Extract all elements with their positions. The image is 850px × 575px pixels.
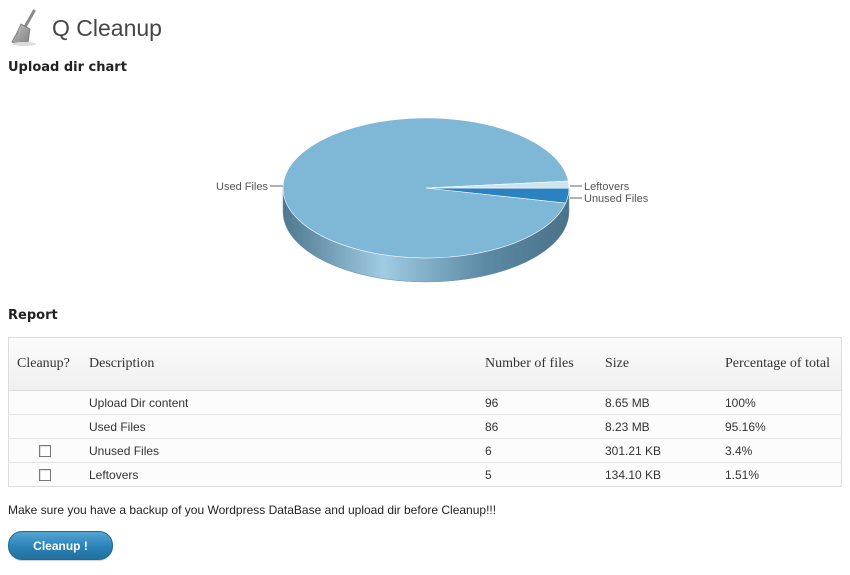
cleanup-cell	[8, 462, 81, 487]
percent-cell: 95.16%	[717, 414, 842, 439]
backup-warning-text: Make sure you have a backup of you Wordp…	[8, 503, 497, 517]
cleanup-cell	[8, 414, 81, 439]
files-cell: 5	[477, 462, 597, 487]
table-row: Upload Dir content 96 8.65 MB 100%	[8, 390, 842, 415]
size-cell: 134.10 KB	[597, 462, 717, 487]
cleanup-button[interactable]: Cleanup !	[8, 531, 113, 560]
percent-cell: 3.4%	[717, 438, 842, 463]
column-header-size: Size	[597, 337, 717, 391]
table-row: Leftovers 5 134.10 KB 1.51%	[8, 462, 842, 487]
files-cell: 96	[477, 390, 597, 415]
column-header-percentage: Percentage of total	[717, 337, 842, 391]
description-cell: Leftovers	[81, 462, 477, 487]
pie-label-unused-files: Unused Files	[584, 193, 649, 205]
report-table: Cleanup? Description Number of files Siz…	[8, 337, 842, 487]
upload-dir-pie-chart: Used Files Leftovers Unused Files	[0, 90, 850, 305]
pie-chart-svg: Used Files LeftoversUnused Files	[216, 117, 649, 283]
column-header-description: Description	[81, 337, 477, 391]
description-cell: Upload Dir content	[81, 390, 477, 415]
pie-label-leftovers: Leftovers	[584, 181, 630, 193]
files-cell: 86	[477, 414, 597, 439]
size-cell: 301.21 KB	[597, 438, 717, 463]
percent-cell: 1.51%	[717, 462, 842, 487]
table-row: Unused Files 6 301.21 KB 3.4%	[8, 438, 842, 463]
unused-files-checkbox[interactable]	[39, 445, 51, 458]
description-cell: Used Files	[81, 414, 477, 439]
table-row: Used Files 86 8.23 MB 95.16%	[8, 414, 842, 439]
report-section-title: Report	[8, 308, 58, 323]
broom-icon	[11, 9, 36, 46]
column-header-number-of-files: Number of files	[477, 337, 597, 391]
chart-section-title: Upload dir chart	[8, 60, 127, 75]
page-title: Q Cleanup	[52, 14, 162, 41]
column-header-cleanup: Cleanup?	[8, 337, 81, 391]
pie-label-used-files: Used Files	[216, 181, 268, 193]
cleanup-cell	[8, 390, 81, 415]
table-header-row: Cleanup? Description Number of files Siz…	[8, 337, 842, 391]
page-header: Q Cleanup	[8, 8, 162, 48]
size-cell: 8.23 MB	[597, 414, 717, 439]
description-cell: Unused Files	[81, 438, 477, 463]
cleanup-cell	[8, 438, 81, 463]
files-cell: 6	[477, 438, 597, 463]
percent-cell: 100%	[717, 390, 842, 415]
leftovers-checkbox[interactable]	[39, 469, 51, 482]
size-cell: 8.65 MB	[597, 390, 717, 415]
